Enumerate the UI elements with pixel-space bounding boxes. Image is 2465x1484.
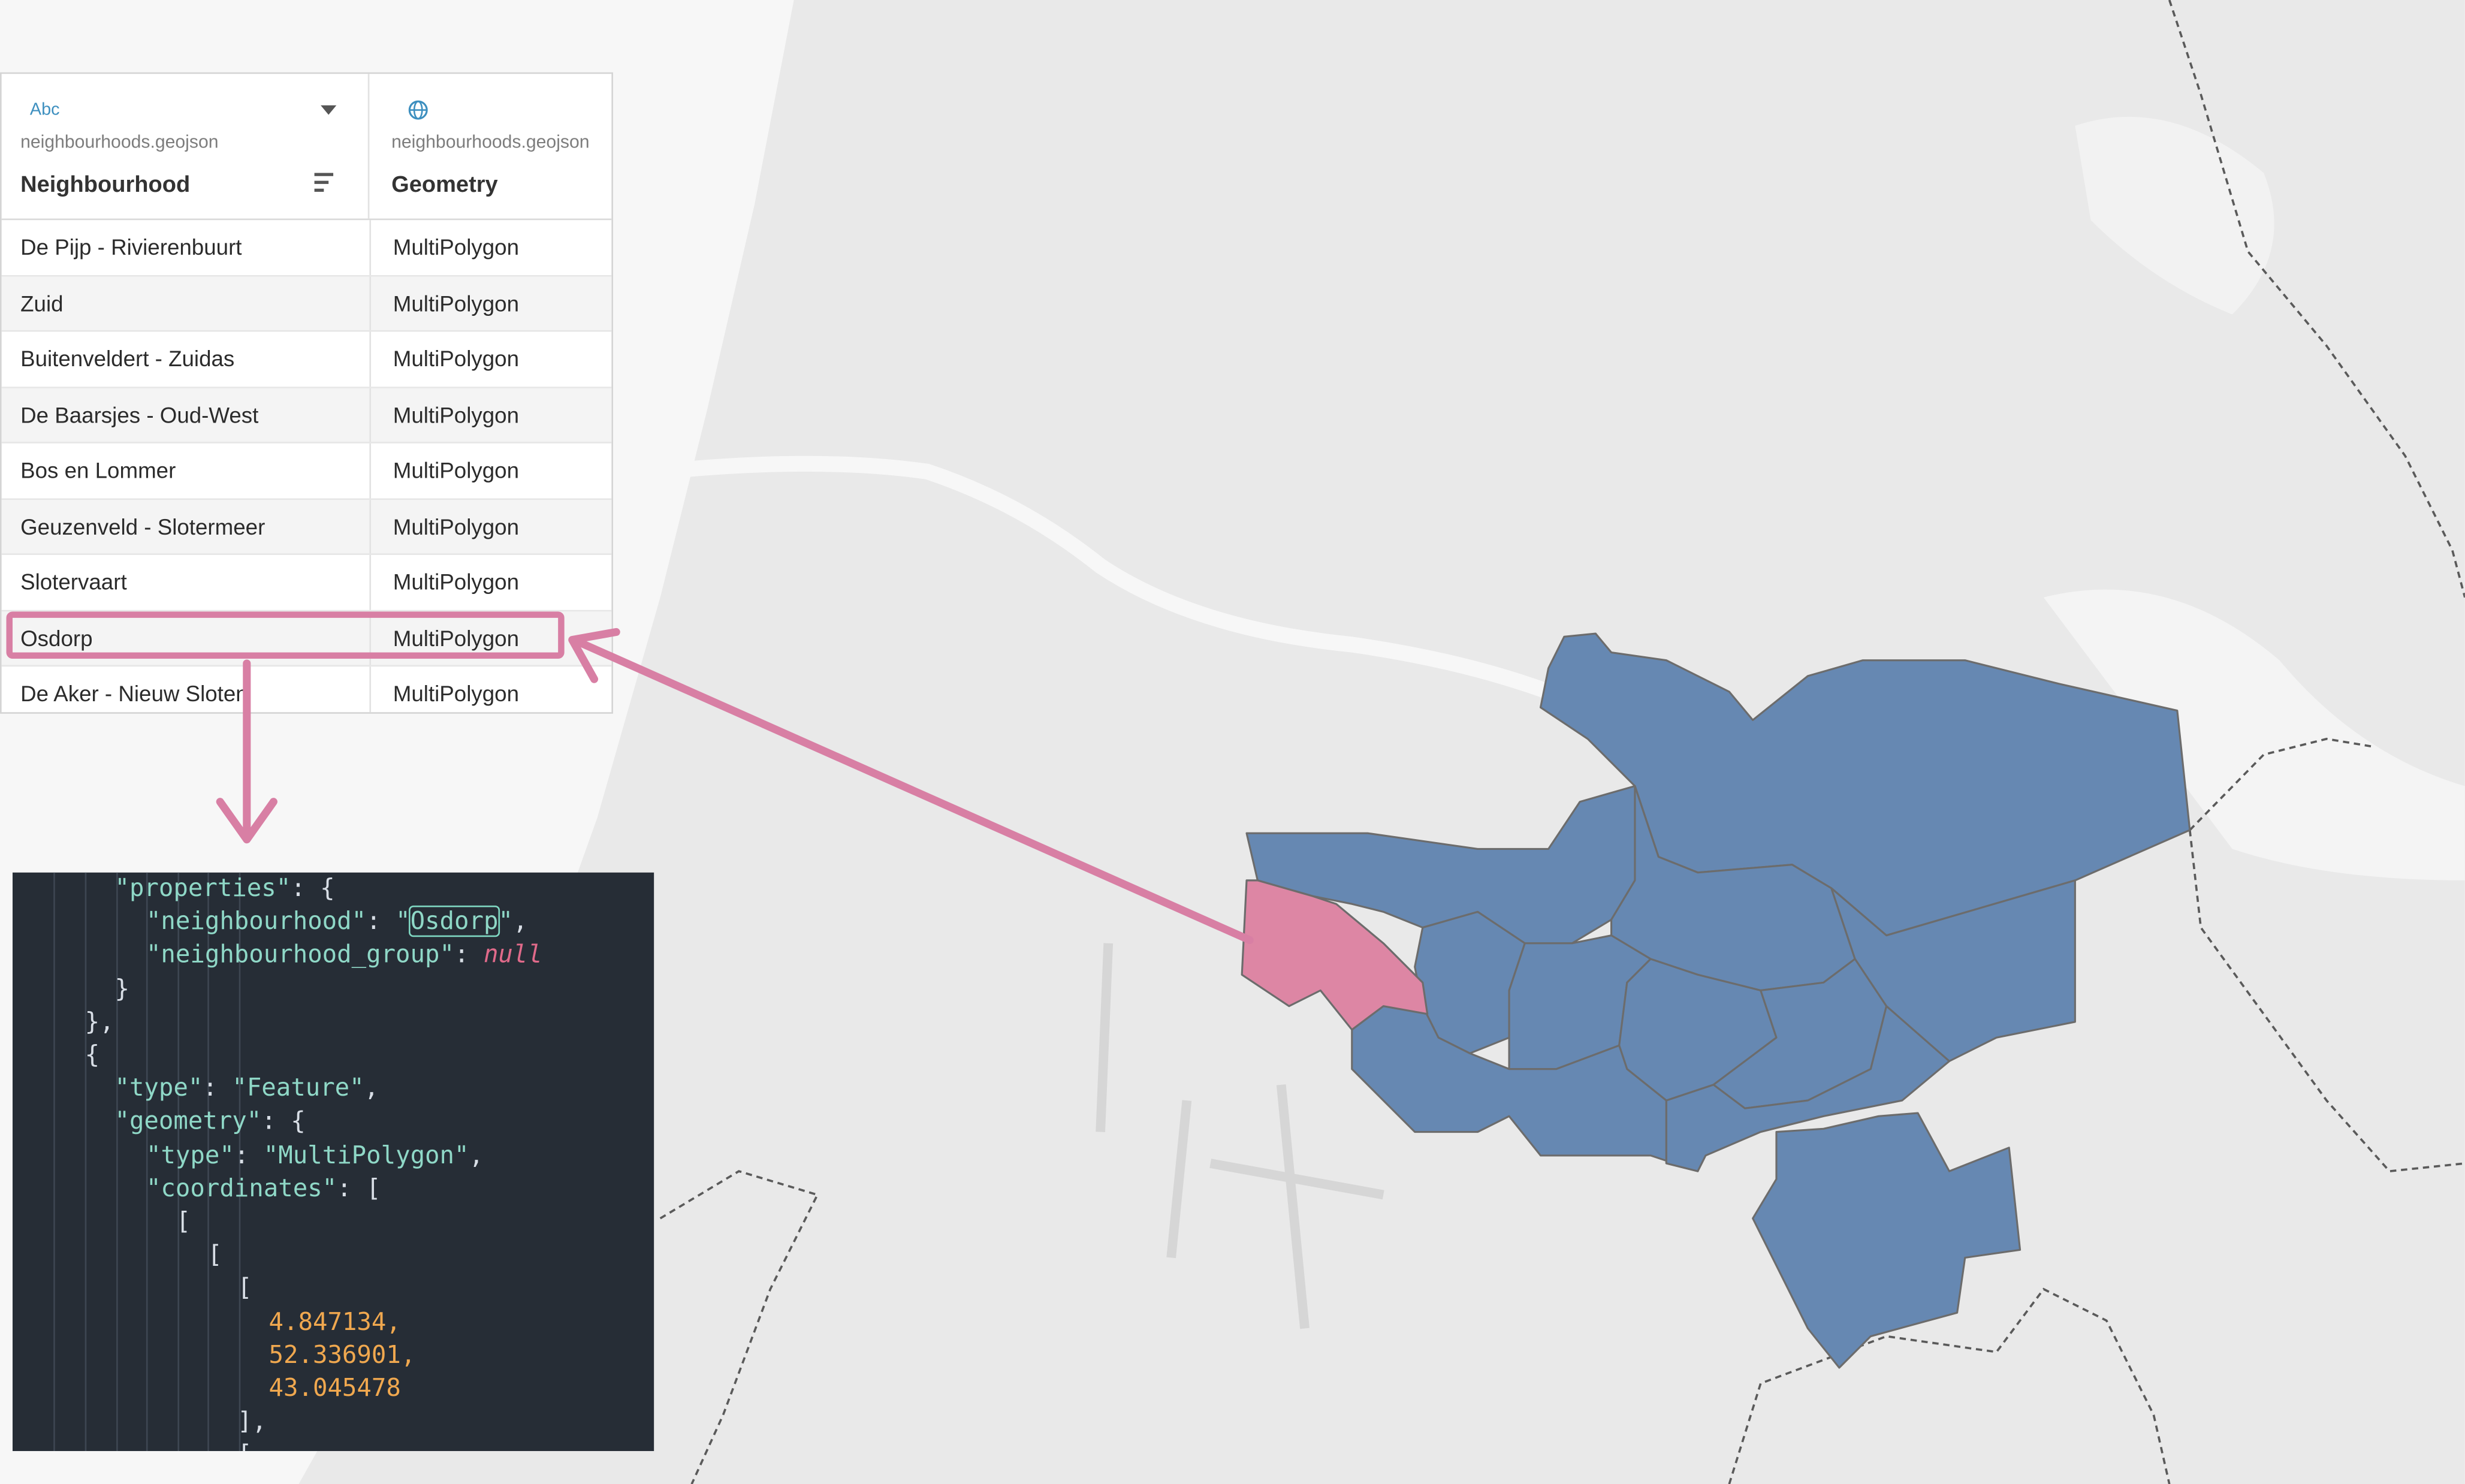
json-number: 4.847134, bbox=[268, 1308, 401, 1337]
json-key: "neighbourhood_group" bbox=[146, 940, 454, 969]
json-string: "Feature" bbox=[232, 1073, 364, 1102]
json-null: null bbox=[483, 940, 542, 969]
json-key: "neighbourhood" bbox=[146, 907, 367, 936]
json-string: "MultiPolygon" bbox=[263, 1141, 469, 1170]
json-key: "coordinates" bbox=[146, 1174, 337, 1203]
json-key: "type" bbox=[146, 1141, 234, 1170]
json-number: 52.336901, bbox=[268, 1341, 416, 1370]
json-key: "properties" bbox=[114, 874, 291, 903]
arrow-to-map bbox=[569, 636, 1254, 945]
json-key: "geometry" bbox=[114, 1106, 262, 1135]
geojson-code-panel: "properties": { "neighbourhood": "Osdorp… bbox=[12, 872, 654, 1452]
highlighted-value: Osdorp bbox=[408, 905, 500, 937]
json-key: "type" bbox=[114, 1073, 203, 1102]
json-number: 43.045478 bbox=[268, 1374, 401, 1402]
